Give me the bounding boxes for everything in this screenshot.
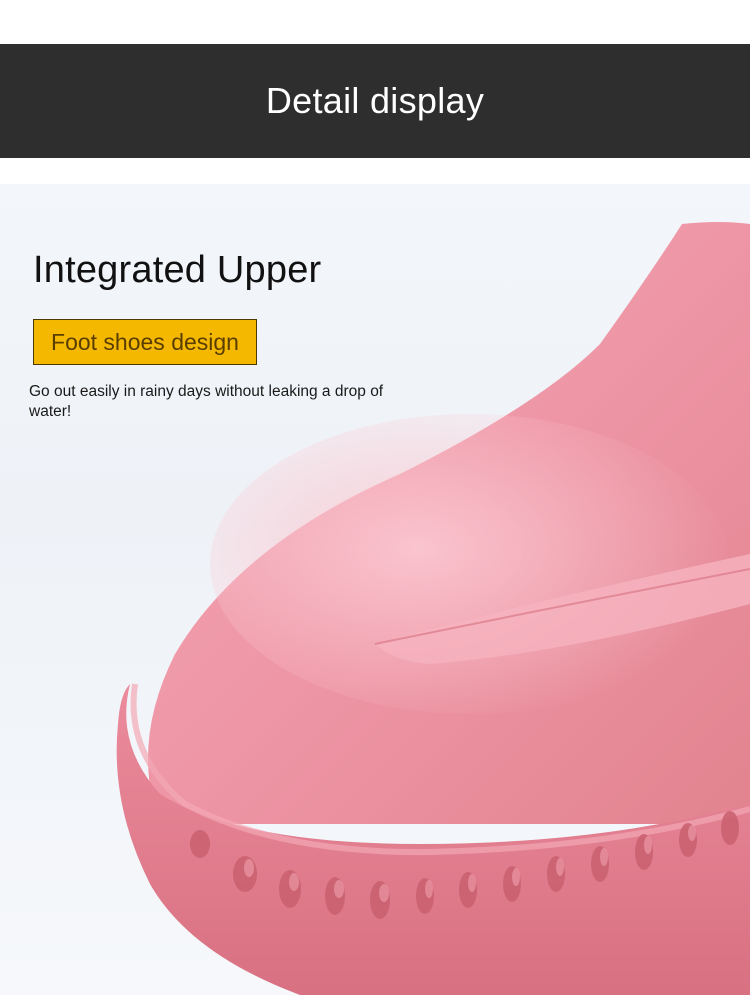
feature-badge: Foot shoes design bbox=[33, 319, 257, 365]
badge-label: Foot shoes design bbox=[51, 328, 239, 355]
shoe-illustration bbox=[116, 222, 750, 995]
product-photo bbox=[0, 184, 750, 995]
section-title: Detail display bbox=[265, 80, 485, 121]
divider-gap bbox=[0, 158, 750, 184]
section-header: Detail display bbox=[0, 44, 750, 158]
top-margin bbox=[0, 0, 750, 44]
upper-highlight bbox=[210, 414, 730, 714]
feature-title: Integrated Upper bbox=[33, 249, 322, 291]
feature-description: Go out easily in rainy days without leak… bbox=[29, 383, 384, 420]
